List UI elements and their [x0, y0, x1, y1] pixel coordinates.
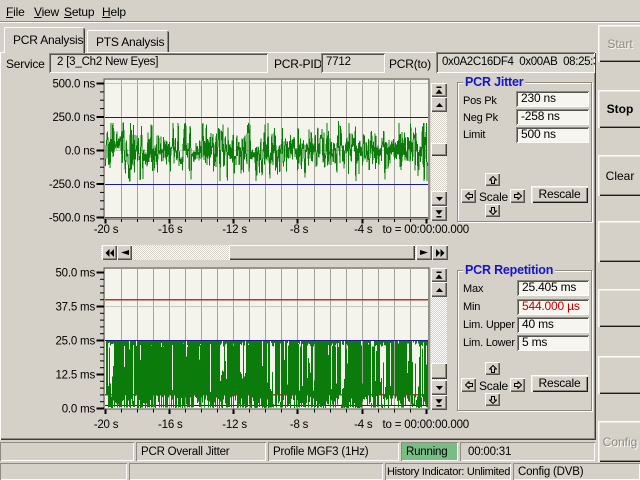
svg-text:-250.0 ns: -250.0 ns — [49, 179, 96, 191]
svg-text:250.0 ns: 250.0 ns — [52, 112, 95, 124]
svg-text:-20 s: -20 s — [94, 224, 119, 236]
svg-text:37.5 ms: 37.5 ms — [55, 302, 95, 314]
svg-text:-8 s: -8 s — [290, 419, 309, 431]
svg-text:-4 s: -4 s — [354, 224, 373, 236]
svg-text:12.5 ms: 12.5 ms — [55, 370, 95, 382]
svg-text:-4 s: -4 s — [354, 419, 373, 431]
svg-text:0.0 ms: 0.0 ms — [62, 404, 96, 416]
svg-text:-8 s: -8 s — [290, 224, 309, 236]
svg-text:-16 s: -16 s — [158, 224, 183, 236]
svg-text:500.0 ns: 500.0 ns — [52, 79, 95, 91]
svg-text:to = 00:00:00.000: to = 00:00:00.000 — [383, 419, 469, 431]
svg-text:-12 s: -12 s — [222, 419, 247, 431]
svg-text:to = 00:00:00.000: to = 00:00:00.000 — [383, 224, 469, 236]
svg-text:0.0 ns: 0.0 ns — [65, 146, 96, 158]
svg-text:-500.0 ns: -500.0 ns — [49, 213, 96, 225]
svg-text:-20 s: -20 s — [94, 419, 119, 431]
svg-text:25.0 ms: 25.0 ms — [55, 336, 95, 348]
svg-text:50.0 ms: 50.0 ms — [55, 268, 95, 280]
svg-text:-16 s: -16 s — [158, 419, 183, 431]
svg-text:-12 s: -12 s — [222, 224, 247, 236]
